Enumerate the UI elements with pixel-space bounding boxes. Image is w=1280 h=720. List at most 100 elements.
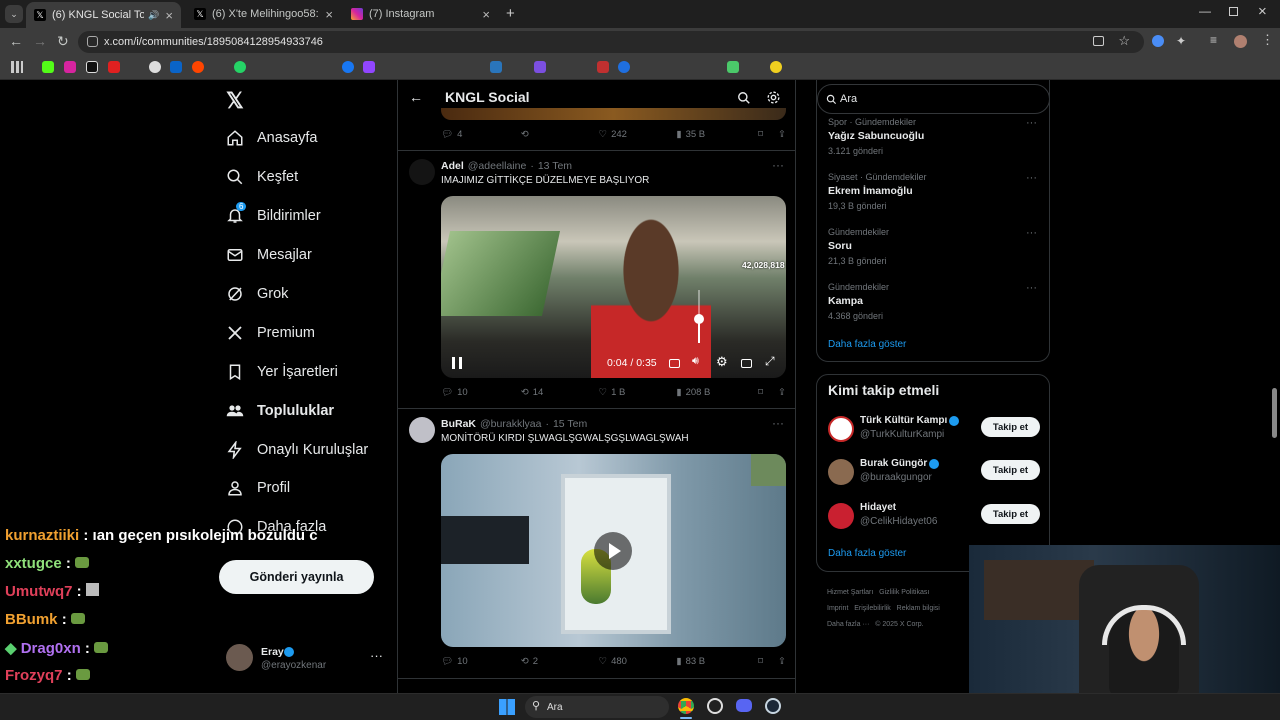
nav-home[interactable]: Anasayfa (226, 129, 317, 147)
nav-premium[interactable]: Premium (226, 324, 315, 342)
more-dots-icon[interactable]: ··· (1026, 172, 1037, 184)
tweet-video[interactable] (441, 454, 786, 647)
bookmark-generic-icon[interactable] (618, 61, 630, 73)
author-name[interactable]: BuRaK (441, 418, 476, 430)
reload-icon[interactable]: ↻ (57, 33, 69, 50)
nav-notifications[interactable]: 6 Bildirimler (226, 202, 321, 225)
like-button[interactable]: ♡ 480 (599, 656, 677, 667)
obs-taskbar-icon[interactable] (707, 698, 723, 714)
tweet-time[interactable]: 13 Tem (538, 160, 572, 172)
follow-suggestion[interactable]: Hidayet @CelikHidayet06 Takip et (828, 501, 1040, 531)
views-button[interactable]: ▮ 208 B (676, 387, 758, 398)
views-button[interactable]: ▮ 35 B (676, 129, 758, 140)
apps-grid-icon[interactable] (11, 61, 23, 73)
x-logo-icon[interactable]: 𝕏 (226, 88, 244, 114)
footer-link[interactable]: Imprint (827, 605, 848, 612)
more-dots-icon[interactable]: ··· (1026, 227, 1037, 239)
gear-icon[interactable] (766, 90, 781, 105)
tab-melihingoo[interactable]: 𝕏 (6) X'te Melihingoo58: "https:// × (186, 3, 341, 25)
bookmark-generic-icon[interactable] (597, 61, 609, 73)
tab-kngl-social[interactable]: 𝕏 (6) KNGL Social Topluluk / X 🔊 × (26, 2, 181, 28)
follow-button[interactable]: Takip et (981, 504, 1040, 524)
bookmark-instagram-icon[interactable] (64, 61, 76, 73)
show-more-trends-link[interactable]: Daha fazla göster (828, 339, 906, 350)
more-dots-icon[interactable]: ··· (1026, 117, 1037, 129)
puzzle-extensions-icon[interactable]: ✦ (1176, 34, 1186, 48)
nav-communities[interactable]: Topluluklar (226, 402, 334, 420)
pause-icon[interactable] (452, 357, 462, 369)
bookmark-generic-icon[interactable] (770, 61, 782, 73)
maximize-icon[interactable] (1229, 7, 1238, 16)
show-more-follow-link[interactable]: Daha fazla göster (828, 548, 906, 559)
like-button[interactable]: ♡ 242 (599, 129, 677, 140)
volume-icon[interactable]: 🔊︎ (692, 355, 699, 368)
captions-icon[interactable] (669, 359, 680, 368)
settings-gear-icon[interactable]: ⚙ (716, 354, 728, 370)
page-scrollbar[interactable] (1272, 388, 1277, 438)
picture-in-picture-icon[interactable] (741, 359, 752, 368)
bookmark-steam-icon[interactable] (490, 61, 502, 73)
nav-verified-orgs[interactable]: Onaylı Kuruluşlar (226, 441, 368, 459)
share-button[interactable]: ⇪ (778, 656, 786, 667)
trend-item[interactable]: Siyaset · Gündemdekiler Ekrem İmamoğlu 19,… (828, 172, 927, 211)
new-tab-button[interactable]: + (506, 5, 515, 22)
bookmark-facebook-icon[interactable] (342, 61, 354, 73)
bookmark-twitch-icon[interactable] (363, 61, 375, 73)
share-button[interactable]: ⇪ (778, 129, 786, 140)
speaker-icon[interactable]: 🔊 (148, 10, 159, 21)
nav-profile[interactable]: Profil (226, 479, 290, 497)
address-bar[interactable]: x.com/i/communities/1895084128954933746 … (78, 31, 1144, 53)
tab-instagram[interactable]: (7) Instagram × (343, 3, 498, 25)
more-dots-icon[interactable]: ··· (370, 648, 383, 663)
account-switcher[interactable]: Eray @erayozkenar ··· (226, 644, 386, 674)
follow-button[interactable]: Takip et (981, 417, 1040, 437)
footer-link[interactable]: Reklam bilgisi (897, 605, 940, 612)
bookmark-button[interactable]: ⌑ (758, 387, 778, 398)
browser-menu-icon[interactable]: ⋮ (1261, 32, 1274, 48)
windows-start-icon[interactable] (499, 699, 515, 715)
avatar[interactable] (409, 417, 435, 443)
site-info-icon[interactable] (87, 36, 98, 47)
minimize-icon[interactable]: — (1199, 4, 1211, 18)
close-tab-icon[interactable]: × (319, 7, 333, 22)
close-window-icon[interactable]: × (1258, 3, 1267, 20)
close-tab-icon[interactable]: × (159, 8, 173, 23)
bookmark-generic-icon[interactable] (534, 61, 546, 73)
more-dots-icon[interactable]: ··· (1026, 282, 1037, 294)
fullscreen-icon[interactable]: ⤢ (765, 354, 775, 369)
more-dots-icon[interactable]: ··· (772, 158, 784, 172)
trend-item[interactable]: Spor · Gündemdekiler Yağız Sabuncuoğlu 3.1… (828, 117, 924, 156)
footer-link[interactable]: Erişilebilirlik (854, 605, 891, 612)
views-button[interactable]: ▮ 83 B (676, 656, 758, 667)
like-button[interactable]: ♡ 1 B (599, 387, 677, 398)
author-name[interactable]: Adel (441, 160, 464, 172)
reply-button[interactable]: 💬︎ 10 (441, 387, 521, 398)
play-button-icon[interactable] (594, 532, 632, 570)
footer-link[interactable]: Gizlilik Politikası (879, 589, 929, 596)
nav-messages[interactable]: Mesajlar (226, 246, 312, 264)
trend-item[interactable]: Gündemdekiler Kampa 4.368 gönderi (828, 282, 889, 321)
back-arrow-icon[interactable]: ← (409, 89, 423, 105)
retweet-button[interactable]: ⟲ (521, 129, 599, 140)
reply-button[interactable]: 💬︎ 10 (441, 656, 521, 667)
back-icon[interactable]: ← (9, 33, 23, 49)
bookmark-kick-icon[interactable] (42, 61, 54, 73)
author-handle[interactable]: @adeellaine (468, 160, 527, 172)
bookmark-chrome-icon[interactable] (149, 61, 161, 73)
nav-grok[interactable]: Grok (226, 285, 288, 303)
follow-button[interactable]: Takip et (981, 460, 1040, 480)
tab-search-button[interactable]: ⌄ (5, 5, 23, 23)
footer-link[interactable]: Hizmet Şartları (827, 589, 873, 596)
chrome-taskbar-icon[interactable] (678, 698, 694, 714)
retweet-button[interactable]: ⟲ 14 (521, 387, 599, 398)
volume-slider[interactable] (694, 290, 704, 343)
bookmark-star-icon[interactable]: ☆ (1118, 33, 1130, 49)
follow-suggestion[interactable]: Türk Kültür Kampı @TurkKulturKampi Takip… (828, 414, 1040, 444)
author-handle[interactable]: @burakklyaa (480, 418, 541, 430)
reply-button[interactable]: 💬︎ 4 (441, 129, 521, 140)
tweet-video[interactable]: 42,028,818 0:04 / 0:35 🔊︎ ⚙ ⤢ (441, 196, 786, 378)
bookmark-x-icon[interactable] (86, 61, 98, 73)
steam-taskbar-icon[interactable] (765, 698, 781, 714)
more-dots-icon[interactable]: ··· (772, 416, 784, 430)
bookmark-reddit-icon[interactable] (192, 61, 204, 73)
